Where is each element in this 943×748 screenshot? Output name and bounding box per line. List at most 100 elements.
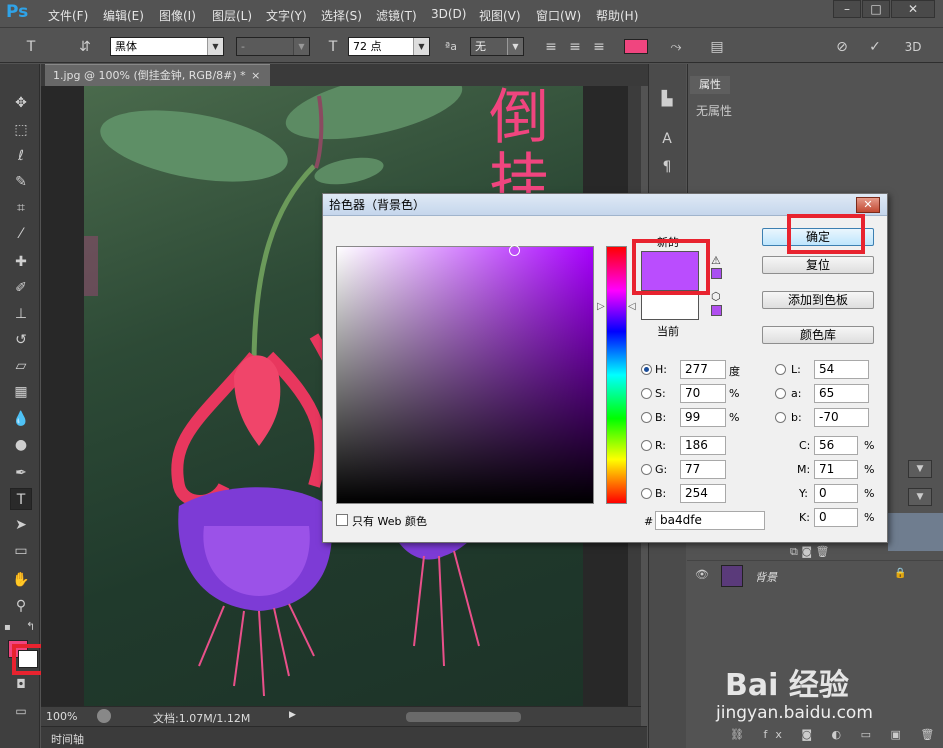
menu-window[interactable]: 窗口(W) bbox=[536, 7, 581, 24]
current-color-swatch[interactable] bbox=[641, 291, 699, 320]
quick-select-tool-icon[interactable]: ✎ bbox=[10, 171, 32, 193]
type-tool-icon[interactable]: T bbox=[10, 488, 32, 510]
layer-visibility-eye-icon[interactable]: 👁 bbox=[695, 568, 709, 581]
add-to-swatches-button[interactable]: 添加到色板 bbox=[762, 291, 874, 309]
lab-l-input[interactable]: 54 bbox=[814, 360, 869, 379]
screen-mode-icon[interactable]: ▭ bbox=[10, 700, 32, 722]
dodge-tool-icon[interactable]: ● bbox=[10, 434, 32, 456]
saturation-input[interactable]: 70 bbox=[680, 384, 726, 403]
reset-button[interactable]: 复位 bbox=[762, 256, 874, 274]
hue-slider-left-marker-icon[interactable]: ▷ bbox=[597, 301, 605, 312]
magenta-input[interactable]: 71 bbox=[814, 460, 858, 479]
text-color-swatch[interactable] bbox=[624, 39, 648, 54]
menu-select[interactable]: 选择(S) bbox=[321, 7, 362, 24]
history-brush-tool-icon[interactable]: ↺ bbox=[10, 329, 32, 351]
properties-tab[interactable]: 属性 bbox=[690, 76, 730, 94]
history-panel-icon[interactable]: ▙ bbox=[656, 88, 678, 110]
hand-tool-icon[interactable]: ✋ bbox=[10, 569, 32, 591]
out-of-gamut-warning-icon[interactable]: ⚠ bbox=[711, 254, 721, 267]
shape-tool-icon[interactable]: ▭ bbox=[10, 540, 32, 562]
timeline-tab[interactable]: 时间轴 bbox=[51, 731, 84, 747]
brush-tool-icon[interactable]: ✐ bbox=[10, 277, 32, 299]
close-tab-icon[interactable]: × bbox=[251, 69, 260, 82]
lab-a-radio[interactable] bbox=[775, 388, 786, 399]
layers-blend-dropdown[interactable]: ▼ bbox=[908, 460, 932, 478]
layers-footer-icons[interactable]: ⛓ fx ◙ ◐ ▭ ▣ 🗑 bbox=[730, 728, 942, 741]
quick-mask-icon[interactable]: ◘ bbox=[10, 673, 32, 695]
blur-tool-icon[interactable]: 💧 bbox=[10, 408, 32, 430]
timeline-panel[interactable]: 时间轴 bbox=[41, 726, 647, 748]
color-libraries-button[interactable]: 颜色库 bbox=[762, 326, 874, 344]
cyan-input[interactable]: 56 bbox=[814, 436, 858, 455]
eyedropper-tool-icon[interactable]: ⁄ bbox=[10, 223, 32, 245]
character-panel-icon[interactable]: ▤ bbox=[706, 36, 728, 58]
web-colors-only-checkbox[interactable] bbox=[336, 514, 348, 526]
layer-actions-icons[interactable]: ⧉ ◙ 🗑 bbox=[790, 545, 829, 559]
green-input[interactable]: 77 bbox=[680, 460, 726, 479]
minimize-button[interactable]: – bbox=[833, 0, 861, 18]
blue-input[interactable]: 254 bbox=[680, 484, 726, 503]
lab-b-input[interactable]: -70 bbox=[814, 408, 869, 427]
menu-view[interactable]: 视图(V) bbox=[479, 7, 521, 24]
web-safe-cube-icon[interactable]: ⬡ bbox=[711, 290, 721, 303]
menu-filter[interactable]: 滤镜(T) bbox=[376, 7, 417, 24]
zoom-level[interactable]: 100% bbox=[46, 710, 77, 723]
stamp-tool-icon[interactable]: ⊥ bbox=[10, 303, 32, 325]
pen-tool-icon[interactable]: ✒ bbox=[10, 462, 32, 484]
red-input[interactable]: 186 bbox=[680, 436, 726, 455]
lab-a-input[interactable]: 65 bbox=[814, 384, 869, 403]
close-window-button[interactable]: ✕ bbox=[891, 0, 935, 18]
eraser-tool-icon[interactable]: ▱ bbox=[10, 355, 32, 377]
layer-row-background[interactable]: 👁 背景 🔒 bbox=[687, 560, 943, 590]
text-orientation-icon[interactable]: ⇵ bbox=[74, 36, 96, 58]
marquee-tool-icon[interactable]: ⬚ bbox=[10, 119, 32, 141]
warp-text-icon[interactable]: ⤳ bbox=[665, 36, 687, 58]
zoom-tool-icon[interactable]: ⚲ bbox=[10, 595, 32, 617]
default-colors-icon[interactable]: ▪ bbox=[4, 622, 11, 633]
healing-brush-tool-icon[interactable]: ✚ bbox=[10, 251, 32, 273]
hue-input[interactable]: 277 bbox=[680, 360, 726, 379]
hex-input[interactable]: ba4dfe bbox=[655, 511, 765, 530]
menu-3d[interactable]: 3D(D) bbox=[431, 7, 466, 21]
black-input[interactable]: 0 bbox=[814, 508, 858, 527]
path-select-tool-icon[interactable]: ➤ bbox=[10, 514, 32, 536]
lab-l-radio[interactable] bbox=[775, 364, 786, 375]
dialog-title[interactable]: 拾色器（背景色） bbox=[323, 194, 887, 216]
cancel-icon[interactable]: ⊘ bbox=[831, 36, 853, 58]
paragraph-panel-icon[interactable]: ¶ bbox=[656, 156, 678, 178]
layers-opacity-dropdown[interactable]: ▼ bbox=[908, 488, 932, 506]
hue-radio[interactable] bbox=[641, 364, 652, 375]
selected-layer-highlight[interactable] bbox=[888, 513, 943, 551]
status-menu-icon[interactable] bbox=[97, 709, 111, 723]
align-right-icon[interactable]: ≡ bbox=[588, 36, 610, 58]
swap-colors-icon[interactable]: ↰ bbox=[26, 620, 35, 633]
lab-b-radio[interactable] bbox=[775, 412, 786, 423]
blue-radio[interactable] bbox=[641, 488, 652, 499]
status-arrow-icon[interactable]: ▶ bbox=[289, 710, 296, 720]
commit-icon[interactable]: ✓ bbox=[864, 36, 886, 58]
align-center-icon[interactable]: ≡ bbox=[564, 36, 586, 58]
3d-button[interactable]: 3D bbox=[902, 36, 924, 58]
saturation-radio[interactable] bbox=[641, 388, 652, 399]
align-left-icon[interactable]: ≡ bbox=[540, 36, 562, 58]
move-tool-icon[interactable]: ✥ bbox=[10, 92, 32, 114]
menu-edit[interactable]: 编辑(E) bbox=[103, 7, 144, 24]
anti-alias-select[interactable]: 无 ▼ bbox=[470, 37, 524, 56]
font-family-select[interactable]: 黑体 ▼ bbox=[110, 37, 224, 56]
web-safe-swatch[interactable] bbox=[711, 305, 722, 316]
saturation-brightness-field[interactable] bbox=[336, 246, 594, 504]
brightness-input[interactable]: 99 bbox=[680, 408, 726, 427]
gradient-tool-icon[interactable]: ▦ bbox=[10, 381, 32, 403]
font-style-select[interactable]: - ▼ bbox=[236, 37, 310, 56]
menu-help[interactable]: 帮助(H) bbox=[596, 7, 638, 24]
menu-image[interactable]: 图像(I) bbox=[159, 7, 196, 24]
menu-file[interactable]: 文件(F) bbox=[48, 7, 88, 24]
gamut-swatch[interactable] bbox=[711, 268, 722, 279]
lasso-tool-icon[interactable]: ℓ bbox=[10, 145, 32, 167]
color-picker-cursor[interactable] bbox=[509, 245, 520, 256]
font-size-select[interactable]: 72 点 ▼ bbox=[348, 37, 430, 56]
yellow-input[interactable]: 0 bbox=[814, 484, 858, 503]
maximize-button[interactable]: □ bbox=[862, 0, 890, 18]
menu-layer[interactable]: 图层(L) bbox=[212, 7, 252, 24]
hue-slider-right-marker-icon[interactable]: ◁ bbox=[628, 301, 636, 312]
